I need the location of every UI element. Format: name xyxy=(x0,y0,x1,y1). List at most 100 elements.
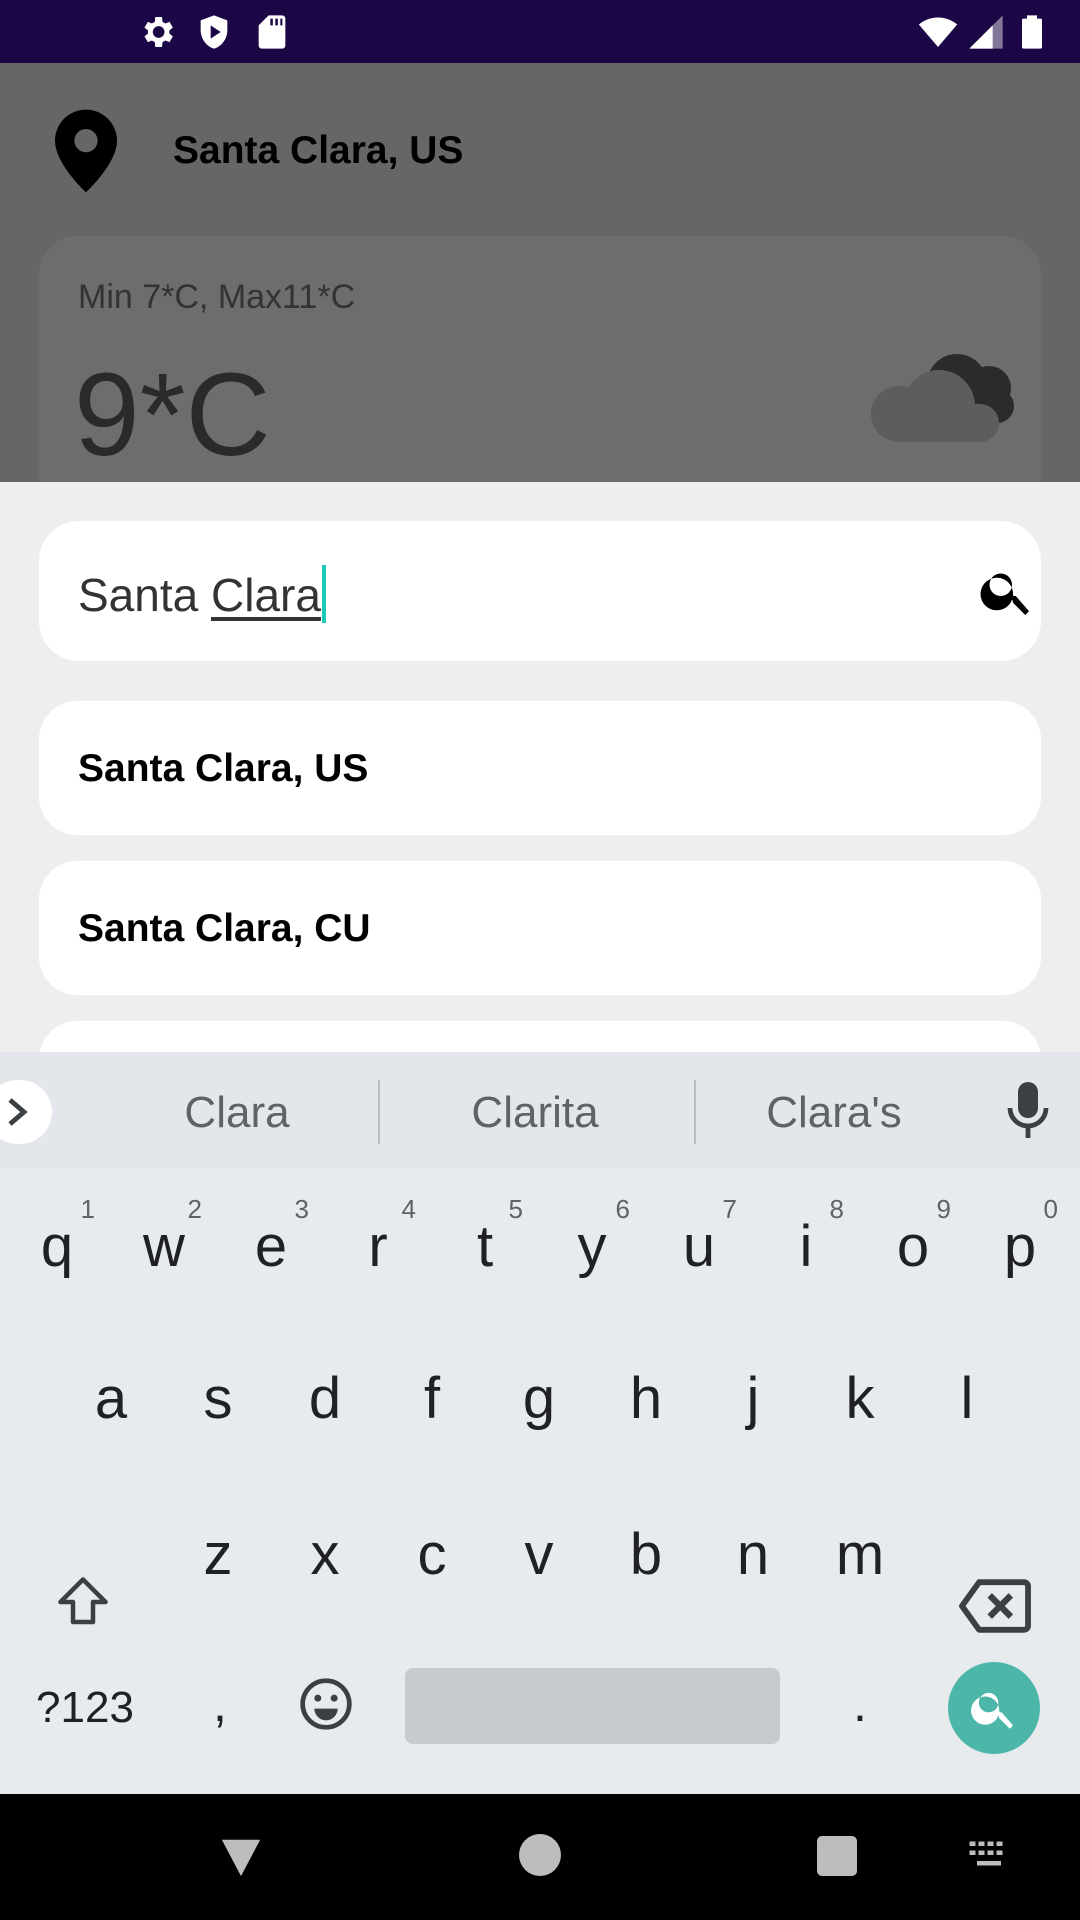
key-z[interactable]: z xyxy=(166,1498,270,1618)
suggestion-1[interactable]: Clara xyxy=(97,1088,377,1138)
sd-card-icon xyxy=(258,15,286,49)
key-label: a xyxy=(94,1366,128,1431)
search-result-item[interactable] xyxy=(39,1021,1041,1052)
suggestion-2[interactable]: Clarita xyxy=(395,1088,675,1138)
search-result-item[interactable]: Santa Clara, CU xyxy=(39,861,1041,995)
key-d[interactable]: d xyxy=(273,1342,377,1462)
search-input-text[interactable]: Santa Clara xyxy=(78,565,326,623)
back-icon[interactable] xyxy=(218,1834,264,1880)
key-w[interactable]: 2w xyxy=(112,1190,216,1310)
key-label: q xyxy=(40,1214,74,1279)
key-label: t xyxy=(476,1214,494,1279)
key-p[interactable]: 0p xyxy=(968,1190,1072,1310)
weather-screen-overlay[interactable]: Santa Clara, US Min 7*C, Max11*C 9*C xyxy=(0,63,1080,482)
key-label: g xyxy=(522,1366,556,1431)
suggestion-3[interactable]: Clara's xyxy=(694,1088,974,1138)
location-pin-icon xyxy=(55,109,117,193)
microphone-icon[interactable] xyxy=(1006,1082,1050,1138)
key-label: w xyxy=(143,1214,185,1279)
key-r[interactable]: 4r xyxy=(326,1190,430,1310)
key-b[interactable]: b xyxy=(594,1498,698,1618)
key-g[interactable]: g xyxy=(487,1342,591,1462)
composing-text: Clara xyxy=(211,569,321,621)
search-input[interactable]: Santa Clara xyxy=(39,521,1041,661)
key-s[interactable]: s xyxy=(166,1342,270,1462)
key-label: m xyxy=(835,1522,885,1587)
suggestion-divider xyxy=(378,1080,380,1144)
location-title: Santa Clara, US xyxy=(173,129,464,172)
key-label: u xyxy=(682,1214,716,1279)
home-icon[interactable] xyxy=(519,1834,561,1876)
search-action-key[interactable] xyxy=(948,1662,1040,1754)
key-f[interactable]: f xyxy=(380,1342,484,1462)
soft-keyboard: Clara Clarita Clara's 1q2w3e4r5t6y7u8i9o… xyxy=(0,1052,1080,1794)
key-label: f xyxy=(423,1366,441,1431)
key-label: h xyxy=(629,1366,663,1431)
gear-icon xyxy=(144,17,173,47)
recents-icon[interactable] xyxy=(817,1836,857,1876)
key-h[interactable]: h xyxy=(594,1342,698,1462)
key-a[interactable]: a xyxy=(59,1342,163,1462)
wifi-icon xyxy=(918,17,958,47)
key-o[interactable]: 9o xyxy=(861,1190,965,1310)
key-label: l xyxy=(960,1366,974,1431)
result-label: Santa Clara, CU xyxy=(78,907,371,950)
emoji-key[interactable] xyxy=(290,1664,360,1744)
key-u[interactable]: 7u xyxy=(647,1190,751,1310)
shift-arrow-icon xyxy=(58,1577,108,1625)
key-label: v xyxy=(524,1522,554,1587)
key-label: n xyxy=(736,1522,770,1587)
key-j[interactable]: j xyxy=(701,1342,805,1462)
search-icon[interactable] xyxy=(977,561,1037,621)
key-c[interactable]: c xyxy=(380,1498,484,1618)
key-label: s xyxy=(203,1366,233,1431)
comma-key[interactable]: , xyxy=(180,1664,260,1744)
key-label: o xyxy=(896,1214,930,1279)
key-label: p xyxy=(1003,1214,1037,1279)
shield-icon xyxy=(200,15,228,49)
cloud-night-icon xyxy=(871,354,1014,442)
key-label: i xyxy=(799,1214,813,1279)
space-key[interactable] xyxy=(405,1668,780,1744)
symbols-key[interactable]: ?123 xyxy=(20,1676,150,1740)
period-key[interactable]: . xyxy=(820,1664,900,1744)
key-l[interactable]: l xyxy=(915,1342,1019,1462)
key-t[interactable]: 5t xyxy=(433,1190,537,1310)
key-n[interactable]: n xyxy=(701,1498,805,1618)
key-v[interactable]: v xyxy=(487,1498,591,1618)
chevron-right-icon xyxy=(8,1098,28,1126)
weather-card: Min 7*C, Max11*C 9*C xyxy=(39,236,1041,482)
key-i[interactable]: 8i xyxy=(754,1190,858,1310)
shift-key[interactable] xyxy=(30,1548,140,1668)
key-label: r xyxy=(368,1214,388,1279)
search-result-item[interactable]: Santa Clara, US xyxy=(39,701,1041,835)
search-icon xyxy=(971,1692,1014,1729)
key-label: y xyxy=(577,1214,607,1279)
key-q[interactable]: 1q xyxy=(5,1190,109,1310)
key-x[interactable]: x xyxy=(273,1498,377,1618)
battery-icon xyxy=(1022,15,1042,49)
key-label: b xyxy=(629,1522,663,1587)
key-label: z xyxy=(203,1522,233,1587)
key-m[interactable]: m xyxy=(808,1498,912,1618)
status-bar xyxy=(0,0,1080,63)
min-max-temperature: Min 7*C, Max11*C xyxy=(78,278,356,316)
key-label: d xyxy=(308,1366,342,1431)
result-label: Santa Clara, US xyxy=(78,747,369,790)
expand-toolbar-button[interactable] xyxy=(0,1080,52,1144)
key-e[interactable]: 3e xyxy=(219,1190,323,1310)
key-k[interactable]: k xyxy=(808,1342,912,1462)
navigation-bar xyxy=(0,1794,1080,1920)
key-label: x xyxy=(310,1522,340,1587)
key-label: j xyxy=(746,1366,760,1431)
key-y[interactable]: 6y xyxy=(540,1190,644,1310)
key-label: e xyxy=(254,1214,288,1279)
search-sheet: Santa Clara Santa Clara, US Santa Clara,… xyxy=(0,482,1080,1052)
keyboard-switch-icon[interactable] xyxy=(968,1840,1010,1870)
signal-icon xyxy=(969,15,1003,49)
text-cursor xyxy=(321,565,326,623)
emoji-icon xyxy=(300,1678,352,1730)
key-label: c xyxy=(417,1522,447,1587)
current-temperature: 9*C xyxy=(74,349,271,481)
backspace-key[interactable] xyxy=(940,1548,1050,1668)
